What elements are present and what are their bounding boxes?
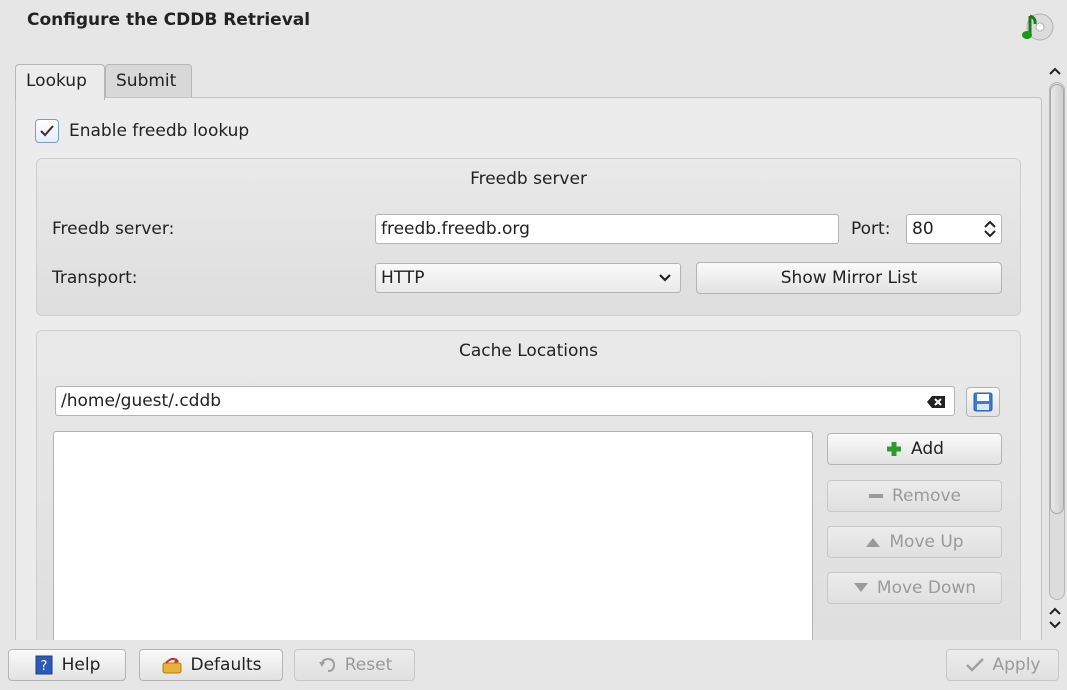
checkmark-apply-icon [965,658,984,672]
save-disk-icon [973,392,993,412]
apply-button[interactable]: Apply [946,649,1059,681]
move-down-button[interactable]: Move Down [827,572,1002,604]
help-book-icon: ? [35,655,53,675]
add-button[interactable]: Add [827,433,1002,465]
freedb-server-group-title: Freedb server [470,169,587,189]
dialog-title: Configure the CDDB Retrieval [27,10,311,30]
cache-path-value: /home/guest/.cddb [61,391,222,411]
scroll-down-arrow-icon[interactable] [1048,620,1062,630]
reset-undo-icon [318,657,335,672]
svg-text:?: ? [40,659,47,674]
tab-submit-label: Submit [116,71,177,91]
scrollbar-thumb[interactable] [1050,84,1064,514]
defaults-button[interactable]: Defaults [139,649,283,681]
show-mirror-list-button[interactable]: Show Mirror List [696,262,1002,294]
clear-text-icon[interactable] [926,395,946,409]
defaults-label: Defaults [190,655,262,675]
port-label: Port: [851,219,891,239]
enable-freedb-lookup-label: Enable freedb lookup [69,121,250,141]
port-spinbox[interactable]: 80 [906,214,1002,244]
cache-path-input[interactable]: /home/guest/.cddb [55,386,955,416]
reset-button[interactable]: Reset [294,649,415,681]
minus-icon [869,494,883,498]
help-button[interactable]: ? Help [8,649,126,681]
add-label: Add [911,439,944,459]
chevron-down-icon [659,274,671,282]
freedb-server-label: Freedb server: [52,219,175,239]
move-down-label: Move Down [876,578,977,598]
show-mirror-list-label: Show Mirror List [780,268,918,288]
remove-button[interactable]: Remove [827,480,1002,512]
cache-locations-list[interactable] [53,431,813,671]
remove-label: Remove [892,486,961,506]
reset-label: Reset [344,655,393,675]
transport-label: Transport: [52,268,138,288]
plus-icon [887,442,902,456]
cache-locations-group-title: Cache Locations [458,341,599,361]
music-note-cd-icon [1022,13,1054,41]
tab-lookup[interactable]: Lookup [15,64,105,100]
move-up-label: Move Up [889,532,964,552]
scroll-up-arrow-icon[interactable] [1048,66,1062,76]
tab-lookup-label: Lookup [26,71,87,91]
enable-freedb-lookup-checkbox[interactable]: Enable freedb lookup [35,118,249,144]
checkbox-box[interactable] [35,119,59,143]
arrow-down-icon [853,583,868,592]
transport-value: HTTP [381,268,425,288]
help-label: Help [61,655,101,675]
tab-submit[interactable]: Submit [105,64,192,98]
restore-defaults-icon [162,657,181,674]
freedb-server-input[interactable]: freedb.freedb.org [375,214,839,244]
spin-up-down-icon[interactable] [983,219,997,239]
move-up-button[interactable]: Move Up [827,526,1002,558]
port-value: 80 [912,219,934,239]
arrow-up-icon [866,538,881,547]
browse-folder-button[interactable] [966,387,1000,417]
scroll-up-arrow-bottom-icon[interactable] [1048,606,1062,616]
apply-label: Apply [992,655,1041,675]
checkmark-icon [40,125,54,137]
transport-select[interactable]: HTTP [375,263,681,293]
